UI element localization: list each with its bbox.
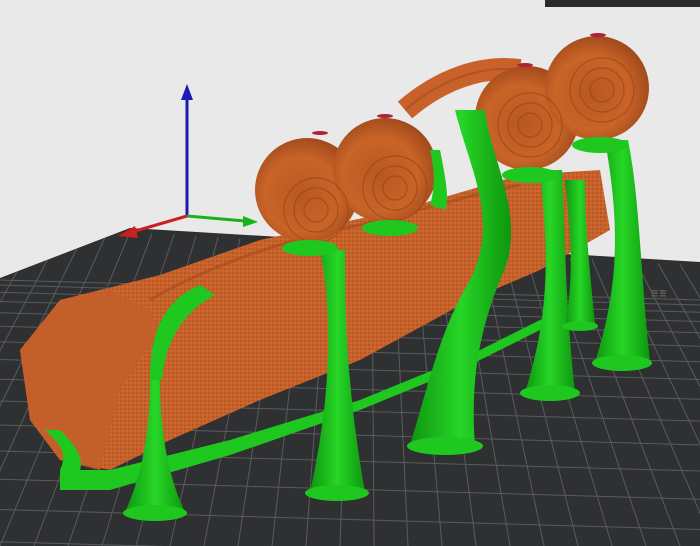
scene-canvas[interactable] bbox=[0, 0, 700, 546]
bed-logo: ≡≡ bbox=[651, 286, 668, 300]
3d-viewport[interactable]: ≡≡ bbox=[0, 0, 700, 546]
top-toolbar[interactable] bbox=[545, 0, 700, 7]
